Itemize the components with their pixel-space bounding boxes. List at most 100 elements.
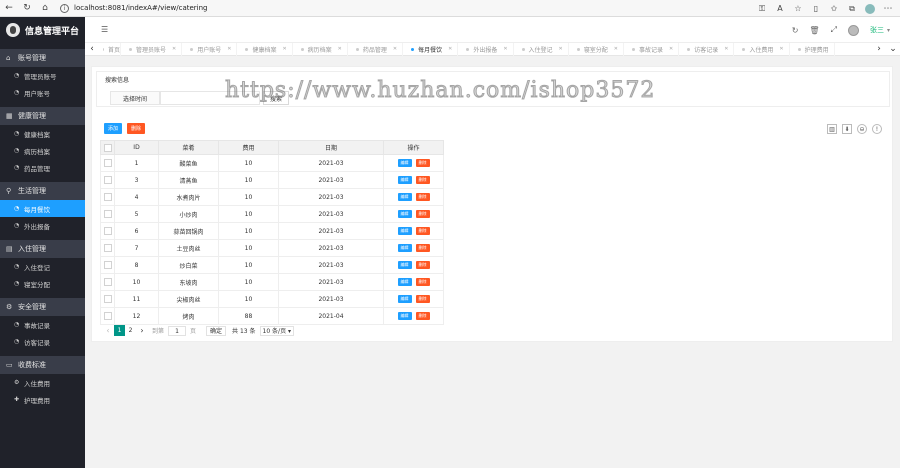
close-icon[interactable]: ✕: [448, 46, 452, 52]
table-row[interactable]: 12 烤肉 88 2021-04 编辑 删除: [100, 307, 886, 325]
row-checkbox[interactable]: [103, 210, 112, 218]
tab-medical-records[interactable]: 病历档案 ✕: [293, 42, 348, 56]
menu-item-medical-records[interactable]: ◔ 病历档案: [0, 142, 85, 159]
edit-button[interactable]: 编辑: [397, 210, 412, 218]
back-icon[interactable]: ←: [0, 0, 18, 17]
user-name[interactable]: 张三: [870, 25, 884, 35]
close-icon[interactable]: ✕: [393, 46, 397, 52]
edit-button[interactable]: 编辑: [397, 261, 412, 269]
add-button[interactable]: 添加: [104, 123, 122, 134]
menu-group-fees[interactable]: ▭ 收费标准: [0, 356, 85, 374]
tab-health-records[interactable]: 健康档案 ✕: [237, 42, 293, 56]
column-header-fee[interactable]: 费用: [218, 140, 279, 155]
menu-item-room-allocation[interactable]: ◔ 寝室分配: [0, 275, 85, 292]
menu-group-accounts[interactable]: ⌂ 账号管理: [0, 49, 85, 67]
row-checkbox[interactable]: [103, 261, 112, 269]
favorites-icon[interactable]: ✩: [828, 3, 840, 15]
edit-button[interactable]: 编辑: [397, 159, 412, 167]
chevron-down-icon[interactable]: ▾: [887, 27, 890, 34]
close-icon[interactable]: ✕: [503, 46, 507, 52]
collections-icon[interactable]: ⧉: [846, 3, 858, 15]
tab-checkin-register[interactable]: 入住登记 ✕: [514, 42, 569, 56]
delete-button[interactable]: 删除: [415, 244, 430, 252]
menu-item-checkin-fees[interactable]: ⚙ 入住费用: [0, 374, 85, 391]
tab-checkin-fees[interactable]: 入住费用 ✕: [734, 42, 790, 56]
select-all-checkbox[interactable]: [103, 143, 112, 152]
trash-icon[interactable]: 🗑: [809, 26, 819, 35]
row-checkbox[interactable]: [103, 295, 112, 303]
home-icon[interactable]: ⌂: [36, 0, 54, 17]
row-checkbox[interactable]: [103, 193, 112, 201]
tab-menu-chevron-icon[interactable]: ⌄: [886, 44, 900, 54]
delete-button[interactable]: 删除: [415, 159, 430, 167]
avatar[interactable]: [847, 24, 859, 36]
row-checkbox[interactable]: [103, 159, 112, 167]
tab-accident-records[interactable]: 事故记录 ✕: [624, 42, 680, 56]
more-options-icon[interactable]: ⋯: [882, 3, 894, 15]
close-icon[interactable]: ✕: [559, 46, 563, 52]
column-header-id[interactable]: ID: [114, 140, 159, 155]
goto-confirm-button[interactable]: 确定: [206, 325, 227, 336]
goto-page-input[interactable]: 1: [168, 325, 187, 336]
tab-nursing-fees[interactable]: 护理费用: [790, 42, 835, 56]
page-2-button[interactable]: 2: [125, 325, 136, 336]
edit-button[interactable]: 编辑: [397, 227, 412, 235]
prev-page-icon[interactable]: ‹: [102, 326, 114, 335]
menu-group-safety[interactable]: ⚙ 安全管理: [0, 298, 85, 316]
menu-group-life[interactable]: ⚲ 生活管理: [0, 182, 85, 200]
menu-item-medicine[interactable]: ◔ 药品管理: [0, 159, 85, 176]
print-icon[interactable]: ⊖: [857, 124, 867, 134]
table-row[interactable]: 11 尖椒肉丝 10 2021-03 编辑 删除: [100, 290, 886, 308]
close-icon[interactable]: ✕: [669, 46, 673, 52]
delete-button[interactable]: 删除: [415, 295, 430, 303]
table-row[interactable]: 4 水煮肉片 10 2021-03 编辑 删除: [100, 188, 886, 206]
table-row[interactable]: 10 东坡肉 10 2021-03 编辑 删除: [100, 273, 886, 291]
site-info-icon[interactable]: i: [60, 3, 69, 13]
close-icon[interactable]: ✕: [338, 46, 342, 52]
edit-button[interactable]: 编辑: [397, 193, 412, 201]
menu-item-admin-accounts[interactable]: ◔ 管理员账号: [0, 67, 85, 84]
profile-avatar[interactable]: [864, 3, 876, 15]
delete-button[interactable]: 删除: [415, 278, 430, 286]
tab-visitor-records[interactable]: 访客记录 ✕: [679, 42, 735, 56]
tab-outing-report[interactable]: 外出报备 ✕: [458, 42, 514, 56]
split-screen-icon[interactable]: ▯: [810, 3, 822, 15]
export-icon[interactable]: ⬇: [842, 124, 852, 134]
table-row[interactable]: 6 蒜苗回锅肉 10 2021-03 编辑 删除: [100, 222, 886, 240]
table-row[interactable]: 7 土豆肉丝 10 2021-03 编辑 删除: [100, 239, 886, 257]
key-icon[interactable]: ⚿: [756, 3, 768, 15]
edit-button[interactable]: 编辑: [397, 278, 412, 286]
row-checkbox[interactable]: [103, 312, 112, 320]
delete-button[interactable]: 删除: [415, 227, 430, 235]
menu-item-visitor-records[interactable]: ◔ 访客记录: [0, 333, 85, 350]
row-checkbox[interactable]: [103, 244, 112, 252]
menu-item-monthly-catering[interactable]: ◔ 每月餐饮: [0, 200, 85, 217]
tab-admin-accounts[interactable]: 管理员账号 ✕: [121, 42, 183, 56]
batch-delete-button[interactable]: 删除: [127, 123, 145, 134]
close-icon[interactable]: ✕: [724, 46, 728, 52]
page-size-select[interactable]: 10 条/页 ▾: [259, 325, 295, 336]
close-icon[interactable]: ✕: [172, 46, 176, 52]
close-icon[interactable]: ✕: [227, 46, 231, 52]
menu-item-health-records[interactable]: ◔ 健康档案: [0, 125, 85, 142]
table-row[interactable]: 1 酸菜鱼 10 2021-03 编辑 删除: [100, 154, 886, 172]
delete-button[interactable]: 删除: [415, 312, 430, 320]
menu-group-checkin[interactable]: ▤ 入住管理: [0, 240, 85, 258]
tab-home[interactable]: 首页: [99, 42, 121, 56]
row-checkbox[interactable]: [103, 176, 112, 184]
table-row[interactable]: 8 炒白菜 10 2021-03 编辑 删除: [100, 256, 886, 274]
menu-item-user-accounts[interactable]: ◔ 用户账号: [0, 84, 85, 101]
menu-group-health[interactable]: ▦ 健康管理: [0, 107, 85, 125]
columns-filter-icon[interactable]: ▥: [827, 124, 837, 134]
delete-button[interactable]: 删除: [415, 261, 430, 269]
close-icon[interactable]: ✕: [282, 46, 286, 52]
tab-monthly-catering[interactable]: 每月餐饮 ✕: [403, 42, 459, 56]
delete-button[interactable]: 删除: [415, 176, 430, 184]
menu-item-nursing-fees[interactable]: ✚ 护理费用: [0, 391, 85, 408]
delete-button[interactable]: 删除: [415, 193, 430, 201]
tab-room-allocation[interactable]: 寝室分配 ✕: [569, 42, 624, 56]
reload-icon[interactable]: ↻: [18, 0, 36, 17]
read-aloud-icon[interactable]: A: [774, 3, 786, 15]
row-checkbox[interactable]: [103, 227, 112, 235]
table-row[interactable]: 3 清蒸鱼 10 2021-03 编辑 删除: [100, 171, 886, 189]
